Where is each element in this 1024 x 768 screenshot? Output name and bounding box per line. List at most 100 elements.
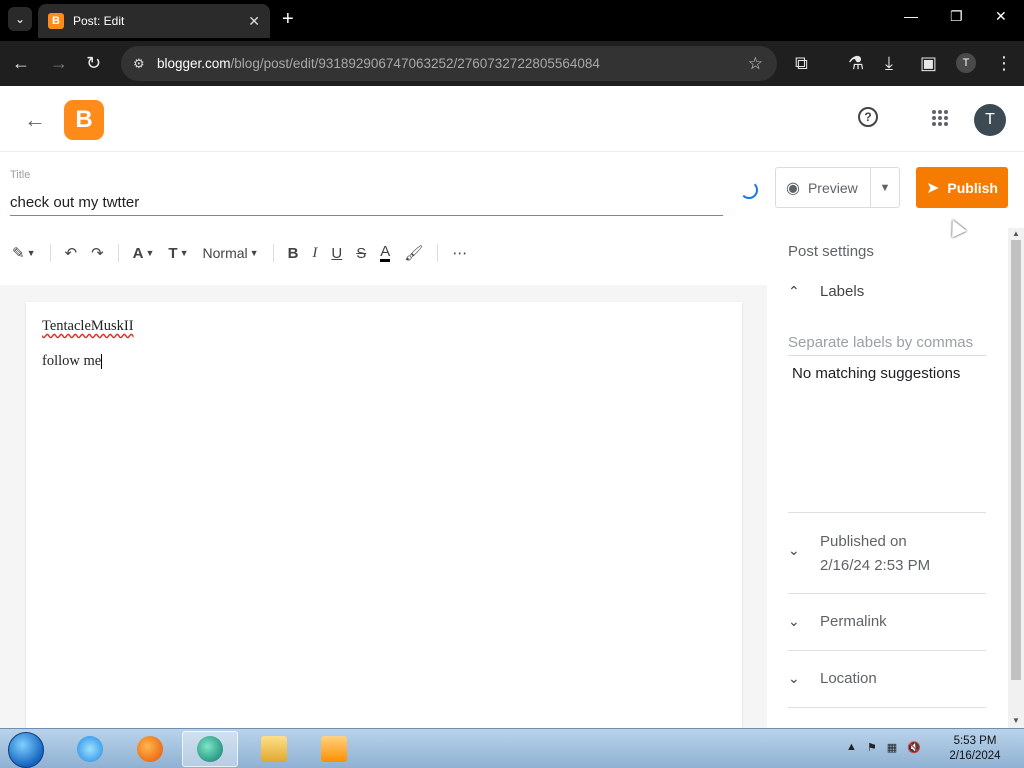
post-title-input[interactable] [10, 190, 723, 216]
download-icon[interactable]: ⤓ [885, 52, 893, 74]
redo-icon[interactable]: ↷ [91, 244, 104, 262]
firefox-icon[interactable] [122, 731, 178, 767]
side-panel-icon[interactable]: ▣ [920, 52, 937, 74]
clock-date: 2/16/2024 [949, 750, 1001, 762]
undo-icon[interactable]: ↶ [65, 244, 78, 262]
taskbar-clock[interactable]: 5:53 PM 2/16/2024 [940, 734, 1010, 764]
paragraph-style-select[interactable]: Normal ▼ [203, 245, 259, 261]
chevron-down-icon: ⌄ [788, 542, 800, 558]
profile-avatar[interactable]: T [956, 53, 976, 73]
font-family-icon[interactable]: A ▼ [133, 245, 155, 262]
permalink-label: Permalink [820, 613, 887, 630]
compose-mode-pencil-icon[interactable]: ✎ ▼ [12, 244, 36, 262]
chevron-down-icon: ⌄ [788, 670, 800, 686]
site-info-icon[interactable]: ⚙ [133, 56, 157, 72]
reload-icon[interactable]: ↻ [86, 52, 101, 74]
tab-close-icon[interactable]: ✕ [248, 13, 260, 30]
publish-label: Publish [947, 179, 998, 196]
divider [788, 593, 986, 594]
chevron-down-icon: ⌄ [788, 613, 800, 629]
no-suggestions-text: No matching suggestions [792, 365, 961, 382]
text-caret [101, 354, 103, 370]
tray-expand-icon[interactable]: ▲ [846, 741, 857, 754]
help-icon[interactable]: ? [858, 107, 878, 127]
location-label: Location [820, 670, 877, 687]
blogger-logo[interactable]: B [64, 100, 104, 140]
published-section-toggle[interactable]: ⌄ Published on 2/16/24 2:53 PM [788, 530, 986, 578]
scroll-up-icon[interactable]: ▲ [1012, 229, 1020, 238]
post-body-editor[interactable]: TentacleMuskII follow me [26, 302, 742, 728]
font-size-icon[interactable]: T ▼ [168, 245, 188, 262]
sidebar-scrollbar[interactable]: ▲ ▼ [1008, 228, 1024, 728]
highlight-marker-icon[interactable]: 🖌 [404, 244, 423, 262]
url-host: blogger.com [157, 56, 231, 71]
extensions-icon[interactable]: ⧉ [795, 52, 808, 74]
underline-icon[interactable]: U [331, 245, 342, 262]
labels-title: Labels [820, 283, 865, 300]
google-apps-icon[interactable] [932, 110, 948, 126]
labels-input[interactable]: Separate labels by commas [788, 334, 986, 356]
windows-taskbar: ▲ ⚑ ▦ 🔇 5:53 PM 2/16/2024 [0, 728, 1024, 768]
strikethrough-icon[interactable]: S [356, 245, 366, 262]
more-options-icon[interactable]: ⋯ [452, 244, 467, 262]
send-icon: ➤ [926, 179, 940, 197]
bold-icon[interactable]: B [288, 245, 299, 262]
volume-muted-icon[interactable]: 🔇 [907, 741, 921, 754]
back-icon[interactable]: ← [12, 52, 30, 74]
tab-search-chevron-icon[interactable]: ⌄ [8, 7, 32, 31]
location-section-toggle[interactable]: ⌄ Location [788, 670, 986, 687]
forward-icon[interactable]: → [50, 52, 68, 74]
saving-spinner-icon [740, 181, 758, 199]
tab-title: Post: Edit [73, 14, 125, 28]
action-center-flag-icon[interactable]: ⚑ [867, 741, 877, 754]
clock-time: 5:53 PM [953, 735, 997, 747]
chevron-up-icon: ⌃ [788, 283, 800, 299]
browser-tab-active[interactable]: B Post: Edit ✕ [38, 4, 270, 38]
preview-button[interactable]: ◉ Preview [775, 167, 871, 208]
publish-button[interactable]: ➤ Publish [916, 167, 1008, 208]
close-window-icon[interactable]: ✕ [995, 8, 1007, 25]
file-explorer-icon[interactable] [246, 731, 302, 767]
body-line-2: follow me [42, 353, 102, 369]
restore-icon[interactable]: ❐ [950, 8, 963, 25]
start-button[interactable] [8, 732, 44, 768]
text-color-icon[interactable]: A [380, 244, 391, 262]
italic-icon[interactable]: I [312, 245, 317, 262]
published-label: Published on [820, 533, 907, 550]
internet-explorer-icon[interactable] [62, 731, 118, 767]
back-arrow-icon[interactable]: ← [24, 107, 46, 133]
app-header: ← B ? T [0, 86, 1024, 152]
body-line-1: TentacleMuskII [42, 318, 134, 334]
divider [788, 707, 986, 708]
media-player-icon[interactable] [306, 731, 362, 767]
preview-label: Preview [807, 179, 858, 196]
blogger-favicon-icon: B [48, 13, 64, 29]
divider [788, 512, 986, 513]
system-tray: ▲ ⚑ ▦ 🔇 [846, 741, 921, 754]
format-toolbar: ✎ ▼ ↶ ↷ A ▼ T ▼ Normal ▼ B I U S A 🖌 ⋯ [0, 233, 767, 273]
post-settings-sidebar: Post settings ⌃ Labels Separate labels b… [767, 228, 1007, 728]
scroll-down-icon[interactable]: ▼ [1012, 716, 1020, 725]
minimize-icon[interactable]: — [904, 8, 918, 24]
edge-browser-icon[interactable] [182, 731, 238, 767]
labels-section-toggle[interactable]: ⌃ Labels [788, 283, 986, 300]
bookmark-star-icon[interactable]: ☆ [748, 54, 763, 74]
new-tab-icon[interactable]: + [282, 8, 294, 30]
network-icon[interactable]: ▦ [887, 741, 897, 754]
title-label: Title [10, 169, 31, 181]
address-bar[interactable]: ⚙ blogger.com/blog/post/edit/93189290674… [121, 46, 777, 81]
url-path: /blog/post/edit/931892906747063252/27607… [230, 56, 600, 71]
published-date: 2/16/24 2:53 PM [820, 557, 931, 574]
paragraph-style-value: Normal [202, 245, 248, 261]
preview-dropdown-icon[interactable]: ▼ [870, 167, 900, 208]
post-settings-heading: Post settings [788, 243, 874, 260]
scroll-thumb[interactable] [1011, 240, 1021, 680]
permalink-section-toggle[interactable]: ⌄ Permalink [788, 613, 986, 630]
browser-toolbar: ← → ↻ ⚙ blogger.com/blog/post/edit/93189… [0, 41, 1024, 86]
eye-icon: ◉ [786, 179, 800, 197]
divider [788, 650, 986, 651]
account-avatar[interactable]: T [974, 104, 1006, 136]
browser-tab-strip: ⌄ B Post: Edit ✕ + — ❐ ✕ [0, 0, 1024, 41]
labs-flask-icon[interactable]: ⚗ [848, 52, 864, 74]
browser-menu-icon[interactable]: ⋮ [995, 52, 1013, 74]
